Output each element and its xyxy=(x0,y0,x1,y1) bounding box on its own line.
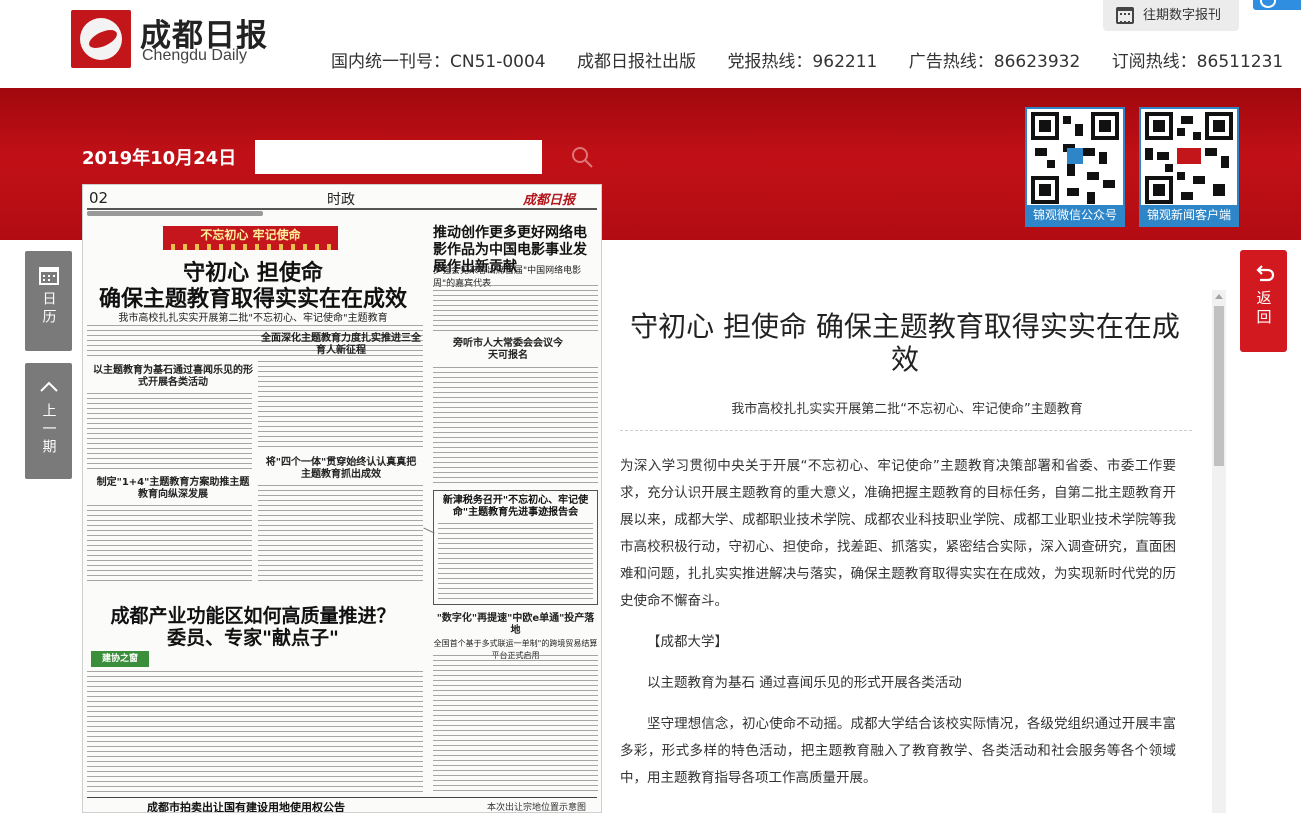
paper-side-small-2[interactable]: "数字化"再提速"中欧e单通"投产落地 xyxy=(433,613,598,637)
paper-subhead-1[interactable]: 以主题教育为基石通过喜闻乐见的形式开展各类活动 xyxy=(93,365,253,389)
issue-date: 2019年10月24日 xyxy=(82,148,237,169)
search-icon[interactable] xyxy=(570,145,594,169)
paper-text-block xyxy=(87,505,252,585)
back-button[interactable]: 返回 xyxy=(1240,250,1287,352)
paper-side-small-1[interactable]: 旁听市人大常委会会议今天可报名 xyxy=(453,338,563,362)
app-qr-code[interactable]: 锦观新闻客户端 xyxy=(1139,107,1239,227)
publisher-text: 成都日报社出版 xyxy=(577,52,697,72)
issn-text: 国内统一刊号：CN51-0004 xyxy=(331,52,546,72)
paper-bottom-ad[interactable]: 成都市拍卖出让国有建设用地使用权公告 本次出让宗地位置示意图 xyxy=(87,797,597,813)
calendar-button[interactable]: 日历 xyxy=(25,251,72,351)
article-body: 为深入学习贯彻中央关于开展“不忘初心、牢记使命”主题教育决策部署和省委、市委工作… xyxy=(620,453,1176,806)
paper-top-bar: 02 时政 成都日报 xyxy=(83,185,601,209)
article-panel: 守初心 担使命 确保主题教育取得实实在在成效 我市高校扎扎实实开展第二批“不忘初… xyxy=(602,240,1240,813)
search-input[interactable] xyxy=(255,140,542,174)
paper-text-block xyxy=(87,393,252,473)
paper-text-block xyxy=(433,285,598,335)
archive-label: 往期数字报刊 xyxy=(1143,8,1222,23)
floating-badge-icon[interactable] xyxy=(1253,0,1301,10)
paper-subrule xyxy=(87,211,263,216)
paper-box-title: 新津税务召开"不忘初心、牢记使命"主题教育先进事迹报告会 xyxy=(442,495,589,518)
calendar-icon xyxy=(38,267,59,285)
article-paragraph: 为深入学习贯彻中央关于开展“不忘初心、牢记使命”主题教育决策部署和省委、市委工作… xyxy=(620,458,1176,609)
article-scrollbar[interactable] xyxy=(1212,290,1226,813)
paper-text-block xyxy=(433,655,598,795)
article-title: 守初心 担使命 确保主题教育取得实实在在成效 xyxy=(630,310,1180,376)
paper-text-block xyxy=(87,671,423,795)
paper-headline-2-line2[interactable]: 委员、专家"献点子" xyxy=(83,627,423,649)
paper-rule xyxy=(87,208,597,210)
site-header: 成都日报 Chengdu Daily 国内统一刊号：CN51-0004 成都日报… xyxy=(0,0,1301,88)
paper-text-block xyxy=(258,485,423,585)
scrollbar-thumb[interactable] xyxy=(1214,306,1224,466)
paper-column-tag: 建协之窗 xyxy=(91,651,149,667)
paper-subhead-3[interactable]: 制定"1+4"主题教育方案助推主题教育向纵深发展 xyxy=(93,477,253,501)
newspaper-page-image[interactable]: 02 时政 成都日报 不忘初心 牢记使命 守初心 担使命 确保主题教育取得实实在… xyxy=(82,184,602,813)
calendar-label: 日历 xyxy=(40,291,57,327)
header-info: 国内统一刊号：CN51-0004 成都日报社出版 党报热线：962211 广告热… xyxy=(331,47,1283,72)
app-qr-caption: 锦观新闻客户端 xyxy=(1141,205,1237,225)
article-subheading: 以主题教育为基石 通过喜闻乐见的形式开展各类活动 xyxy=(647,675,962,691)
paper-boxed-story[interactable]: 新津税务召开"不忘初心、牢记使命"主题教育先进事迹报告会 xyxy=(433,490,598,605)
article-paragraph: 坚守理想信念，初心使命不动摇。成都大学结合该校实际情况，各级党组织通过开展丰富多… xyxy=(620,716,1176,786)
archive-button[interactable]: 往期数字报刊 xyxy=(1103,0,1239,31)
paper-brand: 成都日报 xyxy=(523,193,576,208)
article-section-label: 【成都大学】 xyxy=(647,634,728,650)
wechat-qr-code[interactable]: 锦观微信公众号 xyxy=(1025,107,1125,227)
return-arrow-icon xyxy=(1255,265,1274,282)
previous-issue-button[interactable]: 上一期 xyxy=(25,363,72,479)
paper-section: 时政 xyxy=(327,192,355,208)
ad-hotline-text: 广告热线：86623932 xyxy=(908,52,1081,72)
paper-theme-ribbon xyxy=(163,244,338,250)
logo-emblem-icon[interactable] xyxy=(71,10,131,68)
paper-headline-sub: 我市高校扎扎实实开展第二批"不忘初心、牢记使命"主题教育 xyxy=(118,313,388,324)
paper-bottom-headline: 成都市拍卖出让国有建设用地使用权公告 xyxy=(147,801,345,813)
paper-headline-2-line1[interactable]: 成都产业功能区如何高质量推进？ xyxy=(83,605,423,627)
logo-subtitle: Chengdu Daily xyxy=(142,47,247,64)
scroll-up-arrow-icon[interactable] xyxy=(1215,294,1223,299)
previous-issue-label: 上一期 xyxy=(40,403,57,457)
article-divider xyxy=(620,430,1192,431)
article-subtitle: 我市高校扎扎实实开展第二批“不忘初心、牢记使命”主题教育 xyxy=(731,402,1083,417)
back-label: 返回 xyxy=(1254,290,1273,328)
paper-subhead-2[interactable]: 全面深化主题教育力度扎实推进三全育人新征程 xyxy=(261,333,421,357)
chevron-up-icon xyxy=(39,381,58,392)
paper-text-block xyxy=(258,361,423,451)
wechat-qr-caption: 锦观微信公众号 xyxy=(1027,205,1123,225)
qr-code-icon xyxy=(1031,112,1119,204)
page: 成都日报 Chengdu Daily 国内统一刊号：CN51-0004 成都日报… xyxy=(0,0,1301,813)
paper-page-number: 02 xyxy=(89,189,109,207)
calendar-icon xyxy=(1116,7,1134,24)
paper-text-block xyxy=(438,523,593,601)
paper-bottom-note: 本次出让宗地位置示意图 xyxy=(487,803,587,813)
paper-subhead-4[interactable]: 将"四个一体"贯穿始终认认真真把主题教育抓出成效 xyxy=(261,457,421,481)
party-hotline-text: 党报热线：962211 xyxy=(727,52,878,72)
paper-text-block xyxy=(433,367,598,487)
subscribe-hotline-text: 订阅热线：86511231 xyxy=(1111,52,1284,72)
paper-theme-tag: 不忘初心 牢记使命 xyxy=(163,226,338,244)
qr-code-icon xyxy=(1145,112,1233,204)
